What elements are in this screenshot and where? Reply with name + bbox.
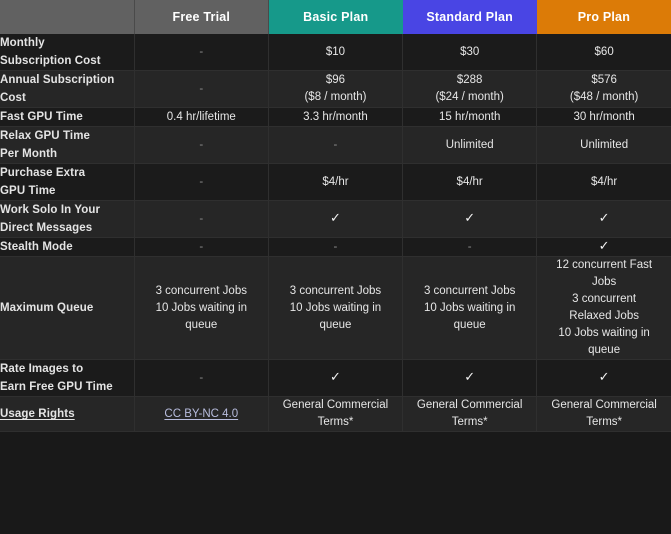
cell-free-purchase-extra-gpu-time: - <box>134 164 268 201</box>
cell-standard-usage-rights: General Commercial Terms* <box>403 397 537 432</box>
license-link[interactable]: CC BY-NC 4.0 <box>164 408 238 420</box>
cell-free-monthly-subscription-cost: - <box>134 34 268 71</box>
cell-basic-monthly-subscription-cost: $10 <box>268 34 402 71</box>
table-row: Relax GPU Time Per Month - - Unlimited U… <box>0 127 671 164</box>
cell-pro-work-solo: ✓ <box>537 201 671 238</box>
check-icon: ✓ <box>599 239 610 252</box>
cell-basic-rate-images: ✓ <box>268 360 402 397</box>
row-label-annual-subscription-cost: Annual Subscription Cost <box>0 71 134 108</box>
column-header-free-trial: Free Trial <box>134 0 268 34</box>
row-label-maximum-queue: Maximum Queue <box>0 257 134 360</box>
cell-pro-usage-rights: General Commercial Terms* <box>537 397 671 432</box>
table-row: Annual Subscription Cost - $96 ($8 / mon… <box>0 71 671 108</box>
table-row: Rate Images to Earn Free GPU Time - ✓ ✓ … <box>0 360 671 397</box>
check-icon: ✓ <box>599 211 610 224</box>
table-row: Fast GPU Time 0.4 hr/lifetime 3.3 hr/mon… <box>0 108 671 127</box>
row-label-work-solo-direct-messages: Work Solo In Your Direct Messages <box>0 201 134 238</box>
row-label-usage-rights: Usage Rights <box>0 397 134 432</box>
row-label-purchase-extra-gpu-time: Purchase Extra GPU Time <box>0 164 134 201</box>
cell-basic-usage-rights: General Commercial Terms* <box>268 397 402 432</box>
cell-standard-relax-gpu-time: Unlimited <box>403 127 537 164</box>
cell-standard-rate-images: ✓ <box>403 360 537 397</box>
check-icon: ✓ <box>464 370 475 383</box>
cell-pro-rate-images: ✓ <box>537 360 671 397</box>
table-row: Usage Rights CC BY-NC 4.0 General Commer… <box>0 397 671 432</box>
cell-standard-annual-subscription-cost: $288 ($24 / month) <box>403 71 537 108</box>
check-icon: ✓ <box>330 211 341 224</box>
row-label-stealth-mode: Stealth Mode <box>0 238 134 257</box>
cell-basic-work-solo: ✓ <box>268 201 402 238</box>
cell-standard-maximum-queue: 3 concurrent Jobs 10 Jobs waiting in que… <box>403 257 537 360</box>
check-icon: ✓ <box>330 370 341 383</box>
column-header-basic-plan: Basic Plan <box>268 0 402 34</box>
plan-comparison-table: Free Trial Basic Plan Standard Plan Pro … <box>0 0 671 432</box>
table-row: Work Solo In Your Direct Messages - ✓ ✓ … <box>0 201 671 238</box>
row-label-monthly-subscription-cost: Monthly Subscription Cost <box>0 34 134 71</box>
cell-basic-maximum-queue: 3 concurrent Jobs 10 Jobs waiting in que… <box>268 257 402 360</box>
cell-standard-fast-gpu-time: 15 hr/month <box>403 108 537 127</box>
cell-basic-relax-gpu-time: - <box>268 127 402 164</box>
cell-free-relax-gpu-time: - <box>134 127 268 164</box>
header-row: Free Trial Basic Plan Standard Plan Pro … <box>0 0 671 34</box>
check-icon: ✓ <box>464 211 475 224</box>
column-header-pro-plan: Pro Plan <box>537 0 671 34</box>
cell-free-stealth-mode: - <box>134 238 268 257</box>
column-header-feature <box>0 0 134 34</box>
cell-standard-monthly-subscription-cost: $30 <box>403 34 537 71</box>
column-header-standard-plan: Standard Plan <box>403 0 537 34</box>
table-row: Monthly Subscription Cost - $10 $30 $60 <box>0 34 671 71</box>
cell-standard-work-solo: ✓ <box>403 201 537 238</box>
cell-pro-fast-gpu-time: 30 hr/month <box>537 108 671 127</box>
row-label-relax-gpu-time-per-month: Relax GPU Time Per Month <box>0 127 134 164</box>
table-row: Purchase Extra GPU Time - $4/hr $4/hr $4… <box>0 164 671 201</box>
cell-basic-annual-subscription-cost: $96 ($8 / month) <box>268 71 402 108</box>
cell-standard-purchase-extra-gpu-time: $4/hr <box>403 164 537 201</box>
cell-free-fast-gpu-time: 0.4 hr/lifetime <box>134 108 268 127</box>
cell-pro-monthly-subscription-cost: $60 <box>537 34 671 71</box>
cell-free-maximum-queue: 3 concurrent Jobs 10 Jobs waiting in que… <box>134 257 268 360</box>
cell-pro-stealth-mode: ✓ <box>537 238 671 257</box>
row-label-rate-images-earn-free-gpu-time: Rate Images to Earn Free GPU Time <box>0 360 134 397</box>
cell-pro-relax-gpu-time: Unlimited <box>537 127 671 164</box>
cell-free-annual-subscription-cost: - <box>134 71 268 108</box>
row-label-fast-gpu-time: Fast GPU Time <box>0 108 134 127</box>
row-label-usage-rights-text: Usage Rights <box>0 408 75 420</box>
table-row: Maximum Queue 3 concurrent Jobs 10 Jobs … <box>0 257 671 360</box>
cell-free-rate-images: - <box>134 360 268 397</box>
cell-free-work-solo: - <box>134 201 268 238</box>
check-icon: ✓ <box>599 370 610 383</box>
table-header: Free Trial Basic Plan Standard Plan Pro … <box>0 0 671 34</box>
cell-basic-stealth-mode: - <box>268 238 402 257</box>
cell-free-usage-rights: CC BY-NC 4.0 <box>134 397 268 432</box>
cell-pro-annual-subscription-cost: $576 ($48 / month) <box>537 71 671 108</box>
table-row: Stealth Mode - - - ✓ <box>0 238 671 257</box>
cell-basic-purchase-extra-gpu-time: $4/hr <box>268 164 402 201</box>
cell-pro-maximum-queue: 12 concurrent Fast Jobs 3 concurrent Rel… <box>537 257 671 360</box>
cell-basic-fast-gpu-time: 3.3 hr/month <box>268 108 402 127</box>
cell-standard-stealth-mode: - <box>403 238 537 257</box>
cell-pro-purchase-extra-gpu-time: $4/hr <box>537 164 671 201</box>
table-body: Monthly Subscription Cost - $10 $30 $60 … <box>0 34 671 432</box>
